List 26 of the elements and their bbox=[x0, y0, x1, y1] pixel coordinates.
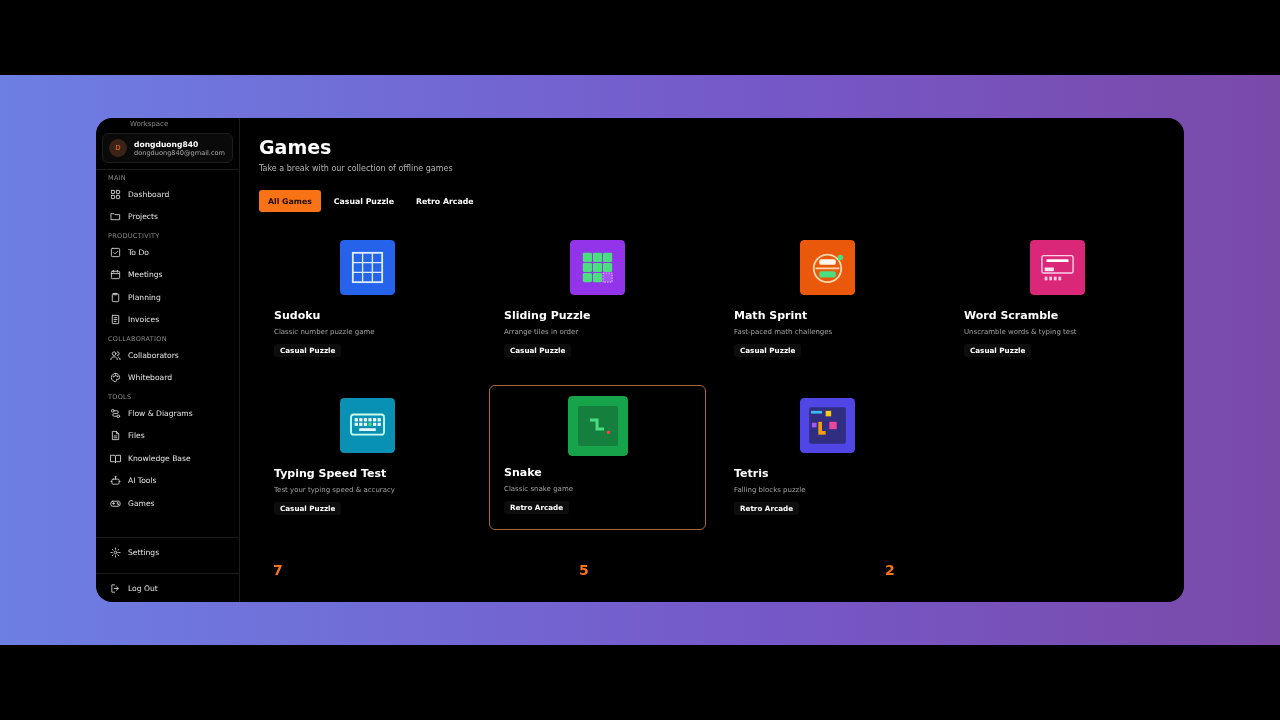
flow-icon bbox=[110, 407, 121, 419]
receipt-icon bbox=[110, 314, 121, 326]
logout-icon bbox=[110, 583, 121, 595]
game-title: Sudoku bbox=[274, 309, 322, 322]
game-title: Word Scramble bbox=[964, 309, 1060, 322]
stat-value: 7 bbox=[272, 562, 284, 578]
clipboard-icon bbox=[110, 291, 121, 303]
users-icon bbox=[110, 349, 121, 361]
stat-value: 2 bbox=[884, 562, 896, 578]
settings-icon bbox=[110, 546, 121, 558]
page-subtitle: Take a break with our collection of offline games bbox=[259, 164, 454, 173]
game-title: Tetris bbox=[734, 467, 770, 480]
checkbox-icon bbox=[110, 246, 121, 258]
page-title: Games bbox=[259, 136, 333, 158]
folder-icon bbox=[110, 211, 121, 223]
grid-icon bbox=[110, 188, 121, 200]
calendar-icon bbox=[110, 269, 121, 281]
palette-icon bbox=[110, 372, 121, 384]
file-icon bbox=[110, 430, 121, 442]
book-icon bbox=[110, 452, 121, 464]
robot-icon bbox=[110, 475, 121, 487]
game-title: Snake bbox=[504, 466, 543, 479]
game-title: Math Sprint bbox=[734, 309, 809, 322]
game-title: Sliding Puzzle bbox=[504, 309, 592, 322]
game-title: Typing Speed Test bbox=[274, 467, 388, 480]
stat-value: 5 bbox=[578, 562, 590, 578]
